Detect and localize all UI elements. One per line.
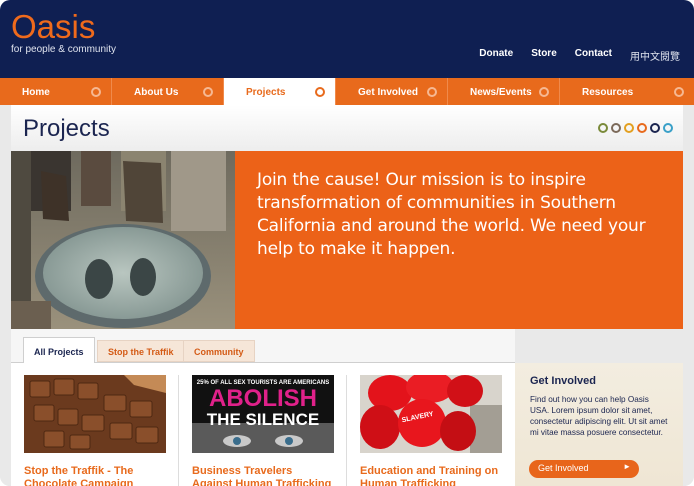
project-card[interactable]: SLAVERY Education and Training on Human … [360, 375, 502, 486]
nav-item-projects[interactable]: Projects [224, 78, 336, 107]
panel-title: Get Involved [530, 375, 597, 387]
site-header: Oasis for people & community Donate Stor… [0, 0, 694, 78]
ring-icon [674, 87, 684, 97]
logo-wordmark: Oasis [11, 8, 96, 45]
contact-link[interactable]: Contact [575, 48, 612, 63]
nav-item-home[interactable]: Home [0, 78, 112, 105]
page-title-band: Projects [11, 105, 683, 151]
project-cards: Stop the Traffik - The Chocolate Campaig… [11, 363, 515, 486]
poster-subhead-text: THE SILENCE [207, 410, 319, 429]
button-label: Get Involved [538, 463, 589, 473]
project-card[interactable]: 25% OF ALL SEX TOURISTS ARE AMERICANS AB… [192, 375, 334, 486]
project-card-title[interactable]: Business Travelers Against Human Traffic… [192, 465, 334, 486]
project-filter-tabs: All Projects Stop the Traffik Community [11, 329, 515, 364]
poster-headline-text: ABOLISH [209, 385, 317, 412]
arrow-right-icon: ► [623, 462, 631, 471]
chocolate-bars-graphic [24, 375, 166, 453]
abolish-poster-graphic: 25% OF ALL SEX TOURISTS ARE AMERICANS AB… [192, 375, 334, 453]
tab-community[interactable]: Community [183, 340, 255, 362]
nav-item-label: Projects [246, 87, 286, 98]
ring-icon [91, 87, 101, 97]
get-involved-button[interactable]: Get Involved ► [529, 460, 639, 478]
nav-item-news-events[interactable]: News/Events [448, 78, 560, 105]
store-link[interactable]: Store [531, 48, 557, 63]
ring-icon [427, 87, 437, 97]
nav-item-resources[interactable]: Resources [560, 78, 694, 105]
panel-body-text: Find out how you can help Oasis USA. Lor… [530, 395, 668, 437]
color-dot-3 [624, 123, 634, 133]
ring-icon [539, 87, 549, 97]
chinese-language-link[interactable]: 用中文閱覽 [630, 48, 680, 63]
tab-all-projects[interactable]: All Projects [23, 337, 95, 364]
nav-item-label: Get Involved [358, 87, 419, 98]
nav-item-about-us[interactable]: About Us [112, 78, 224, 105]
ring-icon [203, 87, 213, 97]
hero-photo [11, 151, 235, 329]
hero-copy: Join the cause! Our mission is to inspir… [235, 151, 683, 329]
color-dot-4 [637, 123, 647, 133]
page-title: Projects [23, 115, 110, 142]
color-dot-6 [663, 123, 673, 133]
page-frame: Oasis for people & community Donate Stor… [0, 0, 694, 486]
abolish-poster-image: 25% OF ALL SEX TOURISTS ARE AMERICANS AB… [192, 375, 334, 453]
nav-item-label: Home [22, 87, 50, 98]
tab-stop-the-traffik[interactable]: Stop the Traffik [97, 340, 185, 362]
chocolate-image [24, 375, 166, 453]
card-divider [346, 375, 347, 486]
color-dot-5 [650, 123, 660, 133]
right-gutter [683, 105, 694, 486]
project-card[interactable]: Stop the Traffik - The Chocolate Campaig… [24, 375, 166, 486]
color-dot-1 [598, 123, 608, 133]
utility-nav: Donate Store Contact 用中文閱覽 [479, 48, 680, 63]
nav-item-label: News/Events [470, 87, 532, 98]
project-card-title[interactable]: Education and Training on Human Traffick… [360, 465, 502, 486]
get-involved-panel: Get Involved Find out how you can help O… [515, 363, 683, 486]
logo-tagline: for people & community [11, 44, 117, 55]
ring-icon [315, 87, 325, 97]
donate-link[interactable]: Donate [479, 48, 513, 63]
red-balloons-graphic: SLAVERY [360, 375, 502, 453]
hero-mission-text: Join the cause! Our mission is to inspir… [257, 170, 646, 259]
left-gutter [0, 105, 11, 486]
balloons-image: SLAVERY [360, 375, 502, 453]
nav-item-label: About Us [134, 87, 179, 98]
nav-item-get-involved[interactable]: Get Involved [336, 78, 448, 105]
main-nav: Home About Us Projects Get Involved News… [0, 78, 694, 107]
project-card-title[interactable]: Stop the Traffik - The Chocolate Campaig… [24, 465, 166, 486]
hero-banner: Join the cause! Our mission is to inspir… [11, 151, 683, 329]
color-dots [598, 123, 673, 133]
nav-item-label: Resources [582, 87, 634, 98]
barrel-water-image [11, 151, 235, 329]
site-logo[interactable]: Oasis for people & community [11, 8, 117, 56]
color-dot-2 [611, 123, 621, 133]
card-divider [178, 375, 179, 486]
